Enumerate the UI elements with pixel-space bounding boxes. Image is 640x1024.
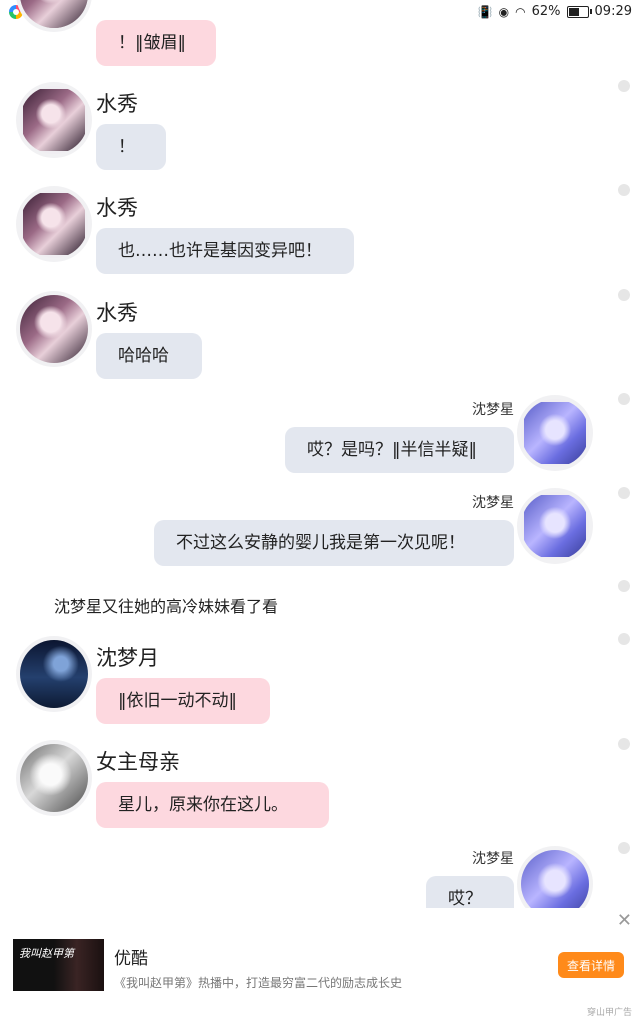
- avatar[interactable]: [521, 492, 589, 560]
- ad-brand: 优酷: [114, 949, 148, 969]
- avatar[interactable]: [521, 850, 589, 908]
- message-bubble[interactable]: ！: [96, 124, 166, 170]
- message-bubble[interactable]: 也……也许是基因变异吧！: [96, 228, 354, 274]
- sender-name: 女主母亲: [96, 750, 180, 774]
- message-bubble[interactable]: 星儿，原来你在这儿。: [96, 782, 329, 828]
- sender-name: 沈梦星: [472, 402, 514, 418]
- message-bubble[interactable]: ‖依旧一动不动‖: [96, 678, 270, 724]
- view-details-button[interactable]: 查看详情: [558, 952, 624, 978]
- message-bubble[interactable]: 哎？: [426, 876, 514, 908]
- indicator-dot[interactable]: [618, 633, 630, 645]
- sender-name: 沈梦星: [472, 495, 514, 511]
- ad-banner[interactable]: ✕ 我叫赵甲第 优酷 《我叫赵甲第》热播中，打造最穷富二代的励志成长史 查看详情…: [0, 908, 640, 1024]
- indicator-dot[interactable]: [618, 80, 630, 92]
- indicator-dot[interactable]: [618, 580, 630, 592]
- ad-description: 《我叫赵甲第》热播中，打造最穷富二代的励志成长史: [114, 976, 403, 990]
- message-bubble[interactable]: 哈哈哈: [96, 333, 202, 379]
- message-bubble[interactable]: 不过这么安静的婴儿我是第一次见呢！: [154, 520, 514, 566]
- close-icon[interactable]: ✕: [617, 910, 632, 931]
- narration-text: 沈梦星又往她的高冷妹妹看了看: [54, 597, 279, 616]
- avatar[interactable]: [20, 295, 88, 363]
- indicator-dot[interactable]: [618, 487, 630, 499]
- indicator-dot[interactable]: [618, 393, 630, 405]
- avatar[interactable]: [20, 744, 88, 812]
- avatar[interactable]: [20, 0, 88, 28]
- sender-name: 沈梦星: [472, 851, 514, 867]
- message-bubble[interactable]: 哎？是吗？‖半信半疑‖: [285, 427, 514, 473]
- ad-poster-image[interactable]: 我叫赵甲第: [13, 939, 104, 991]
- sender-name: 水秀: [96, 92, 138, 116]
- avatar[interactable]: [521, 399, 589, 467]
- sender-name: 水秀: [96, 301, 138, 325]
- indicator-dot[interactable]: [618, 738, 630, 750]
- indicator-dot[interactable]: [618, 289, 630, 301]
- message-bubble[interactable]: ！‖皱眉‖: [96, 20, 216, 66]
- avatar[interactable]: [20, 640, 88, 708]
- indicator-dot[interactable]: [618, 842, 630, 854]
- avatar[interactable]: [20, 86, 88, 154]
- sender-name: 水秀: [96, 196, 138, 220]
- chat-area[interactable]: ！‖皱眉‖ 水秀 ！ 水秀 也……也许是基因变异吧！ 水秀 哈哈哈 沈梦星 哎？…: [0, 0, 640, 908]
- ad-source-label: 穿山甲广告: [586, 1008, 632, 1018]
- sender-name: 沈梦月: [96, 646, 159, 670]
- avatar[interactable]: [20, 190, 88, 258]
- indicator-dot[interactable]: [618, 184, 630, 196]
